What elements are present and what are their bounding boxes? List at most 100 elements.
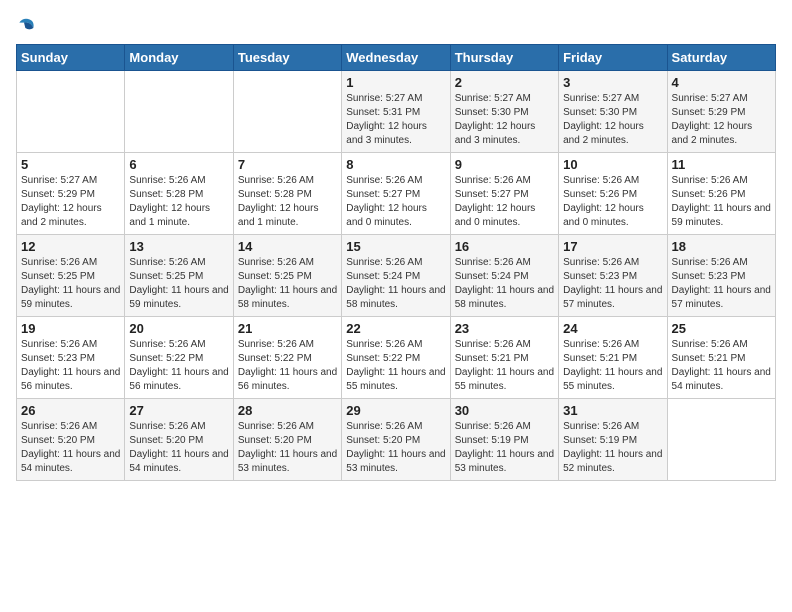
day-cell: 19 Sunrise: 5:26 AM Sunset: 5:23 PM Dayli… — [17, 317, 125, 399]
day-cell: 11 Sunrise: 5:26 AM Sunset: 5:26 PM Dayli… — [667, 153, 775, 235]
week-row-0: 1 Sunrise: 5:27 AM Sunset: 5:31 PM Daylig… — [17, 71, 776, 153]
day-number: 6 — [129, 157, 228, 172]
day-cell: 29 Sunrise: 5:26 AM Sunset: 5:20 PM Dayli… — [342, 399, 450, 481]
day-info: Sunrise: 5:27 AM Sunset: 5:30 PM Dayligh… — [563, 92, 662, 148]
day-info: Sunrise: 5:26 AM Sunset: 5:20 PM Dayligh… — [346, 420, 445, 476]
day-cell: 26 Sunrise: 5:26 AM Sunset: 5:20 PM Dayli… — [17, 399, 125, 481]
day-cell: 25 Sunrise: 5:26 AM Sunset: 5:21 PM Dayli… — [667, 317, 775, 399]
day-info: Sunrise: 5:26 AM Sunset: 5:25 PM Dayligh… — [238, 256, 337, 312]
week-row-3: 19 Sunrise: 5:26 AM Sunset: 5:23 PM Dayli… — [17, 317, 776, 399]
day-number: 23 — [455, 321, 554, 336]
day-info: Sunrise: 5:26 AM Sunset: 5:24 PM Dayligh… — [346, 256, 445, 312]
day-cell: 5Sunrise: 5:27 AM Sunset: 5:29 PM Daylig… — [17, 153, 125, 235]
header-cell-monday: Monday — [125, 45, 233, 71]
day-cell: 10 Sunrise: 5:26 AM Sunset: 5:26 PM Dayli… — [559, 153, 667, 235]
day-info: Sunrise: 5:26 AM Sunset: 5:20 PM Dayligh… — [238, 420, 337, 476]
day-cell: 18 Sunrise: 5:26 AM Sunset: 5:23 PM Dayli… — [667, 235, 775, 317]
day-number: 11 — [672, 157, 771, 172]
day-number: 2 — [455, 75, 554, 90]
day-number: 5 — [21, 157, 120, 172]
page-header — [16, 16, 776, 36]
day-info: Sunrise: 5:26 AM Sunset: 5:22 PM Dayligh… — [238, 338, 337, 394]
day-number: 12 — [21, 239, 120, 254]
day-number: 18 — [672, 239, 771, 254]
day-info: Sunrise: 5:26 AM Sunset: 5:27 PM Dayligh… — [455, 174, 554, 230]
day-cell: 4 Sunrise: 5:27 AM Sunset: 5:29 PM Daylig… — [667, 71, 775, 153]
day-cell: 28 Sunrise: 5:26 AM Sunset: 5:20 PM Dayli… — [233, 399, 341, 481]
day-number: 15 — [346, 239, 445, 254]
day-number: 10 — [563, 157, 662, 172]
day-number: 1 — [346, 75, 445, 90]
day-number: 22 — [346, 321, 445, 336]
day-cell: 16 Sunrise: 5:26 AM Sunset: 5:24 PM Dayli… — [450, 235, 558, 317]
day-info: Sunrise: 5:26 AM Sunset: 5:28 PM Dayligh… — [129, 174, 228, 230]
day-cell: 23 Sunrise: 5:26 AM Sunset: 5:21 PM Dayli… — [450, 317, 558, 399]
logo-icon — [16, 16, 36, 36]
day-number: 31 — [563, 403, 662, 418]
day-number: 14 — [238, 239, 337, 254]
day-number: 13 — [129, 239, 228, 254]
day-info: Sunrise: 5:26 AM Sunset: 5:22 PM Dayligh… — [129, 338, 228, 394]
calendar-table: SundayMondayTuesdayWednesdayThursdayFrid… — [16, 44, 776, 481]
day-cell: 27 Sunrise: 5:26 AM Sunset: 5:20 PM Dayli… — [125, 399, 233, 481]
week-row-4: 26 Sunrise: 5:26 AM Sunset: 5:20 PM Dayli… — [17, 399, 776, 481]
week-row-2: 12 Sunrise: 5:26 AM Sunset: 5:25 PM Dayli… — [17, 235, 776, 317]
day-number: 30 — [455, 403, 554, 418]
day-info: Sunrise: 5:26 AM Sunset: 5:20 PM Dayligh… — [129, 420, 228, 476]
day-number: 28 — [238, 403, 337, 418]
day-number: 21 — [238, 321, 337, 336]
day-number: 27 — [129, 403, 228, 418]
day-number: 4 — [672, 75, 771, 90]
day-number: 17 — [563, 239, 662, 254]
logo — [16, 16, 40, 36]
day-cell: 1 Sunrise: 5:27 AM Sunset: 5:31 PM Daylig… — [342, 71, 450, 153]
day-info: Sunrise: 5:26 AM Sunset: 5:27 PM Dayligh… — [346, 174, 445, 230]
day-number: 26 — [21, 403, 120, 418]
day-cell — [17, 71, 125, 153]
day-cell: 30 Sunrise: 5:26 AM Sunset: 5:19 PM Dayli… — [450, 399, 558, 481]
header-cell-saturday: Saturday — [667, 45, 775, 71]
day-number: 8 — [346, 157, 445, 172]
day-info: Sunrise: 5:26 AM Sunset: 5:21 PM Dayligh… — [563, 338, 662, 394]
day-info: Sunrise: 5:26 AM Sunset: 5:20 PM Dayligh… — [21, 420, 120, 476]
day-info: Sunrise: 5:27 AM Sunset: 5:29 PM Dayligh… — [672, 92, 771, 148]
day-cell: 3Sunrise: 5:27 AM Sunset: 5:30 PM Daylig… — [559, 71, 667, 153]
day-info: Sunrise: 5:26 AM Sunset: 5:23 PM Dayligh… — [672, 256, 771, 312]
day-info: Sunrise: 5:26 AM Sunset: 5:25 PM Dayligh… — [21, 256, 120, 312]
day-cell: 6 Sunrise: 5:26 AM Sunset: 5:28 PM Daylig… — [125, 153, 233, 235]
day-number: 16 — [455, 239, 554, 254]
day-cell: 2Sunrise: 5:27 AM Sunset: 5:30 PM Daylig… — [450, 71, 558, 153]
day-cell: 24 Sunrise: 5:26 AM Sunset: 5:21 PM Dayli… — [559, 317, 667, 399]
day-info: Sunrise: 5:26 AM Sunset: 5:21 PM Dayligh… — [672, 338, 771, 394]
day-cell — [667, 399, 775, 481]
day-number: 20 — [129, 321, 228, 336]
day-number: 7 — [238, 157, 337, 172]
day-info: Sunrise: 5:26 AM Sunset: 5:24 PM Dayligh… — [455, 256, 554, 312]
day-number: 29 — [346, 403, 445, 418]
day-number: 24 — [563, 321, 662, 336]
day-info: Sunrise: 5:26 AM Sunset: 5:21 PM Dayligh… — [455, 338, 554, 394]
day-cell: 22 Sunrise: 5:26 AM Sunset: 5:22 PM Dayli… — [342, 317, 450, 399]
day-cell: 21 Sunrise: 5:26 AM Sunset: 5:22 PM Dayli… — [233, 317, 341, 399]
day-cell: 20 Sunrise: 5:26 AM Sunset: 5:22 PM Dayli… — [125, 317, 233, 399]
day-number: 25 — [672, 321, 771, 336]
day-info: Sunrise: 5:26 AM Sunset: 5:23 PM Dayligh… — [21, 338, 120, 394]
day-info: Sunrise: 5:26 AM Sunset: 5:23 PM Dayligh… — [563, 256, 662, 312]
day-cell: 12 Sunrise: 5:26 AM Sunset: 5:25 PM Dayli… — [17, 235, 125, 317]
day-cell: 14 Sunrise: 5:26 AM Sunset: 5:25 PM Dayli… — [233, 235, 341, 317]
day-cell: 9Sunrise: 5:26 AM Sunset: 5:27 PM Daylig… — [450, 153, 558, 235]
day-number: 19 — [21, 321, 120, 336]
day-cell: 17 Sunrise: 5:26 AM Sunset: 5:23 PM Dayli… — [559, 235, 667, 317]
day-info: Sunrise: 5:26 AM Sunset: 5:26 PM Dayligh… — [672, 174, 771, 230]
day-cell: 13Sunrise: 5:26 AM Sunset: 5:25 PM Dayli… — [125, 235, 233, 317]
day-cell: 15 Sunrise: 5:26 AM Sunset: 5:24 PM Dayli… — [342, 235, 450, 317]
header-cell-sunday: Sunday — [17, 45, 125, 71]
header-cell-tuesday: Tuesday — [233, 45, 341, 71]
day-info: Sunrise: 5:26 AM Sunset: 5:19 PM Dayligh… — [455, 420, 554, 476]
day-info: Sunrise: 5:26 AM Sunset: 5:26 PM Dayligh… — [563, 174, 662, 230]
day-info: Sunrise: 5:26 AM Sunset: 5:22 PM Dayligh… — [346, 338, 445, 394]
day-info: Sunrise: 5:27 AM Sunset: 5:31 PM Dayligh… — [346, 92, 445, 148]
header-cell-friday: Friday — [559, 45, 667, 71]
day-cell: 31Sunrise: 5:26 AM Sunset: 5:19 PM Dayli… — [559, 399, 667, 481]
header-cell-wednesday: Wednesday — [342, 45, 450, 71]
